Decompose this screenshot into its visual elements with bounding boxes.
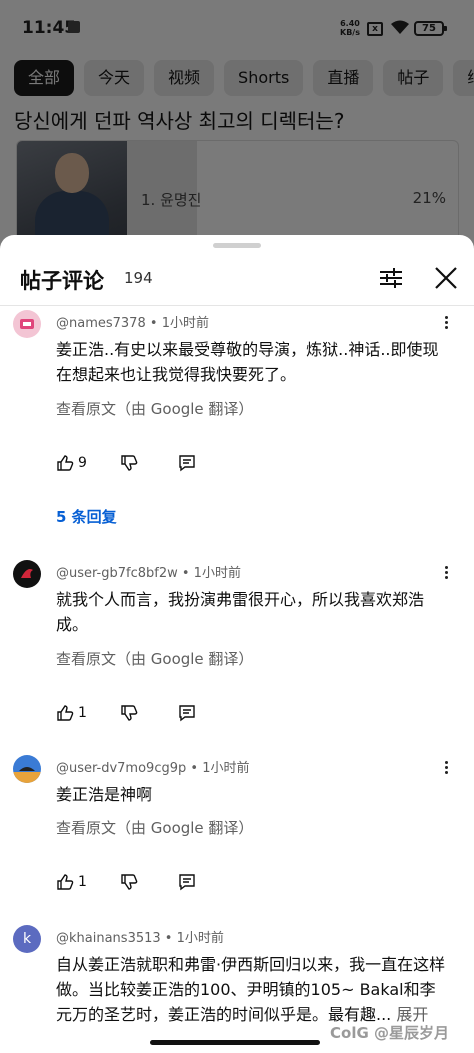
- comment-text: 自从姜正浩就职和弗雷·伊西斯回归以来，我一直在这样做。当比较姜正浩的100、尹明…: [56, 955, 446, 1024]
- like-button[interactable]: 9: [56, 453, 87, 473]
- comment-text: 姜正浩是神啊: [56, 785, 153, 804]
- status-bar: 11:45 6.40 KB/s x 75: [0, 0, 474, 60]
- chip-live[interactable]: 直播: [313, 60, 374, 96]
- avatar[interactable]: k: [13, 925, 41, 953]
- more-options-icon[interactable]: [438, 314, 454, 334]
- more-options-icon[interactable]: [438, 564, 454, 584]
- comment-username[interactable]: @user-gb7fc8bf2w: [56, 566, 178, 581]
- poll-option-percent: 21%: [412, 189, 446, 207]
- wifi-icon: [391, 20, 409, 34]
- comment-text: 就我个人而言，我扮演弗雷很开心，所以我喜欢郑浩成。: [56, 590, 425, 634]
- avatar[interactable]: [13, 755, 41, 783]
- comment-username[interactable]: @names7378: [56, 316, 146, 331]
- divider: [0, 305, 474, 306]
- app-notification-icon: [68, 21, 80, 33]
- close-icon[interactable]: [432, 264, 460, 292]
- comment-time: 1小时前: [202, 761, 250, 776]
- network-speed-value: 6.40: [340, 19, 360, 28]
- comment-meta: @user-gb7fc8bf2w • 1小时前: [56, 566, 241, 581]
- no-sim-icon: x: [367, 22, 383, 36]
- filter-chips: 全部 今天 视频 Shorts 直播 帖子 继: [14, 60, 474, 96]
- post-title: 당신에게 던파 역사상 최고의 디렉터는?: [14, 109, 345, 133]
- thumbs-down-icon[interactable]: [120, 703, 138, 723]
- poll-option-label: 1. 윤명진: [141, 191, 202, 209]
- view-original-link[interactable]: 查看原文（由 Google 翻译）: [56, 817, 253, 838]
- watermark: ColG @星辰岁月: [330, 1024, 449, 1042]
- avatar[interactable]: [13, 560, 41, 588]
- chip-videos[interactable]: 视频: [154, 60, 215, 96]
- reply-icon[interactable]: [178, 703, 196, 723]
- comment-username[interactable]: @khainans3513: [56, 931, 161, 946]
- like-count: 9: [78, 455, 87, 471]
- network-speed-unit: KB/s: [340, 28, 360, 37]
- comment-meta: @user-dv7mo9cg9p • 1小时前: [56, 761, 250, 776]
- avatar-letter: k: [22, 931, 32, 947]
- chip-today[interactable]: 今天: [84, 60, 145, 96]
- comment-meta: @names7378 • 1小时前: [56, 316, 209, 331]
- comment-time: 1小时前: [176, 931, 224, 946]
- view-replies-button[interactable]: 5 条回复: [56, 506, 117, 527]
- drag-handle[interactable]: [213, 243, 261, 248]
- comment-username[interactable]: @user-dv7mo9cg9p: [56, 761, 186, 776]
- chip-more[interactable]: 继: [453, 60, 474, 96]
- gesture-nav-bar[interactable]: [150, 1040, 320, 1045]
- battery-icon: 75: [414, 21, 447, 36]
- thumbs-up-icon: [57, 874, 74, 890]
- chip-posts[interactable]: 帖子: [383, 60, 444, 96]
- comment-time: 1小时前: [161, 316, 209, 331]
- network-speed: 6.40 KB/s: [340, 19, 360, 37]
- like-count: 1: [78, 874, 87, 890]
- comment-actions: 9: [56, 453, 356, 473]
- comment-actions: 1: [56, 872, 356, 892]
- thumbs-down-icon[interactable]: [120, 872, 138, 892]
- sort-filter-icon[interactable]: [378, 265, 404, 291]
- comments-sheet: 帖子评论 194 @names7378 • 1小时前 姜正浩..有史以来最受尊敬…: [0, 235, 474, 1053]
- chip-shorts[interactable]: Shorts: [224, 60, 304, 96]
- view-original-link[interactable]: 查看原文（由 Google 翻译）: [56, 648, 253, 669]
- like-button[interactable]: 1: [56, 703, 87, 723]
- avatar-image: [20, 319, 34, 329]
- comment-text-wrap: 自从姜正浩就职和弗雷·伊西斯回归以来，我一直在这样做。当比较姜正浩的100、尹明…: [56, 952, 448, 1027]
- background-page: 全部 今天 视频 Shorts 直播 帖子 继 당신에게 던파 역사상 최고의 …: [0, 60, 474, 260]
- like-button[interactable]: 1: [56, 872, 87, 892]
- reply-icon[interactable]: [178, 453, 196, 473]
- thumbs-up-icon: [57, 705, 74, 721]
- avatar-image: [21, 569, 33, 578]
- view-original-link[interactable]: 查看原文（由 Google 翻译）: [56, 398, 253, 419]
- more-options-icon[interactable]: [438, 759, 454, 779]
- thumbs-up-icon: [57, 455, 74, 471]
- comment-actions: 1: [56, 703, 356, 723]
- avatar-image: [13, 767, 41, 783]
- comment-time: 1小时前: [193, 566, 241, 581]
- sheet-title: 帖子评论: [20, 269, 104, 293]
- thumbs-down-icon[interactable]: [120, 453, 138, 473]
- comment-text: 姜正浩..有史以来最受尊敬的导演，炼狱..神话..即使现在想起来也让我觉得我快要…: [56, 340, 439, 384]
- comment-count: 194: [124, 269, 153, 287]
- reply-icon[interactable]: [178, 872, 196, 892]
- like-count: 1: [78, 705, 87, 721]
- avatar[interactable]: [13, 310, 41, 338]
- comment-meta: @khainans3513 • 1小时前: [56, 931, 224, 946]
- chip-all[interactable]: 全部: [14, 60, 75, 96]
